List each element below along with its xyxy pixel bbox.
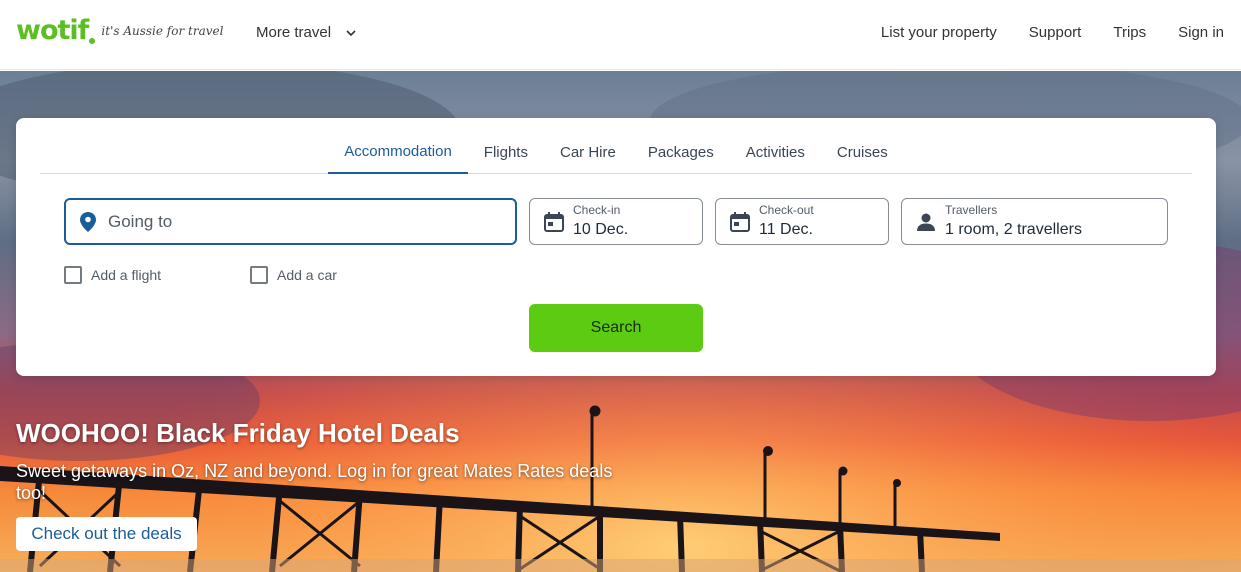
header-nav: List your property Support Trips Sign in — [881, 24, 1224, 41]
nav-sign-in[interactable]: Sign in — [1178, 24, 1224, 41]
logo-tagline: it's Aussie for travel — [101, 24, 224, 38]
travellers-label: Travellers — [945, 203, 998, 217]
nav-support[interactable]: Support — [1029, 24, 1082, 41]
tab-car-hire[interactable]: Car Hire — [544, 118, 632, 174]
going-to-input[interactable] — [108, 211, 508, 232]
tab-flights[interactable]: Flights — [468, 118, 544, 174]
checkbox-square — [250, 266, 268, 284]
person-icon — [917, 213, 935, 231]
checkin-label: Check-in — [573, 203, 621, 217]
checkin-value: 10 Dec. — [573, 221, 629, 238]
logo-dot — [89, 38, 96, 44]
add-car-label: Add a car — [277, 267, 337, 283]
tab-packages[interactable]: Packages — [632, 118, 730, 174]
check-deals-button[interactable]: Check out the deals — [16, 517, 197, 551]
promo-subtitle: Sweet getaways in Oz, NZ and beyond. Log… — [16, 461, 613, 503]
site-header: wotif it's Aussie for travel More travel… — [0, 0, 1241, 70]
tab-activities[interactable]: Activities — [730, 118, 821, 174]
logo-wordmark: wotif — [16, 15, 89, 46]
checkout-field[interactable]: Check-out 11 Dec. — [715, 198, 889, 245]
tab-accommodation[interactable]: Accommodation — [328, 118, 468, 174]
add-flight-checkbox[interactable]: Add a flight — [64, 266, 161, 284]
map-pin-icon — [80, 211, 96, 232]
search-tabs: Accommodation Flights Car Hire Packages … — [40, 118, 1192, 174]
tab-cruises[interactable]: Cruises — [821, 118, 904, 174]
add-flight-label: Add a flight — [91, 267, 162, 283]
travellers-field[interactable]: Travellers 1 room, 2 travellers — [901, 198, 1168, 245]
nav-list-property[interactable]: List your property — [881, 24, 997, 41]
search-button[interactable]: Search — [529, 304, 703, 352]
search-card: Accommodation Flights Car Hire Packages … — [16, 118, 1216, 376]
add-car-checkbox[interactable]: Add a car — [250, 266, 337, 284]
promo-title: WOOHOO! Black Friday Hotel Deals — [16, 418, 460, 448]
nav-trips[interactable]: Trips — [1113, 24, 1146, 41]
wotif-logo[interactable]: wotif it's Aussie for travel — [16, 16, 223, 46]
travellers-value: 1 room, 2 travellers — [945, 221, 1082, 238]
more-travel-menu[interactable]: More travel — [256, 24, 357, 41]
chevron-down-icon — [346, 29, 356, 36]
checkout-value: 11 Dec. — [759, 221, 813, 238]
checkout-label: Check-out — [759, 203, 814, 217]
calendar-icon — [730, 212, 750, 232]
more-travel-label: More travel — [256, 24, 332, 41]
going-to-field[interactable] — [64, 198, 517, 245]
calendar-icon — [544, 212, 564, 232]
checkbox-square — [64, 266, 82, 284]
checkin-field[interactable]: Check-in 10 Dec. — [529, 198, 703, 245]
